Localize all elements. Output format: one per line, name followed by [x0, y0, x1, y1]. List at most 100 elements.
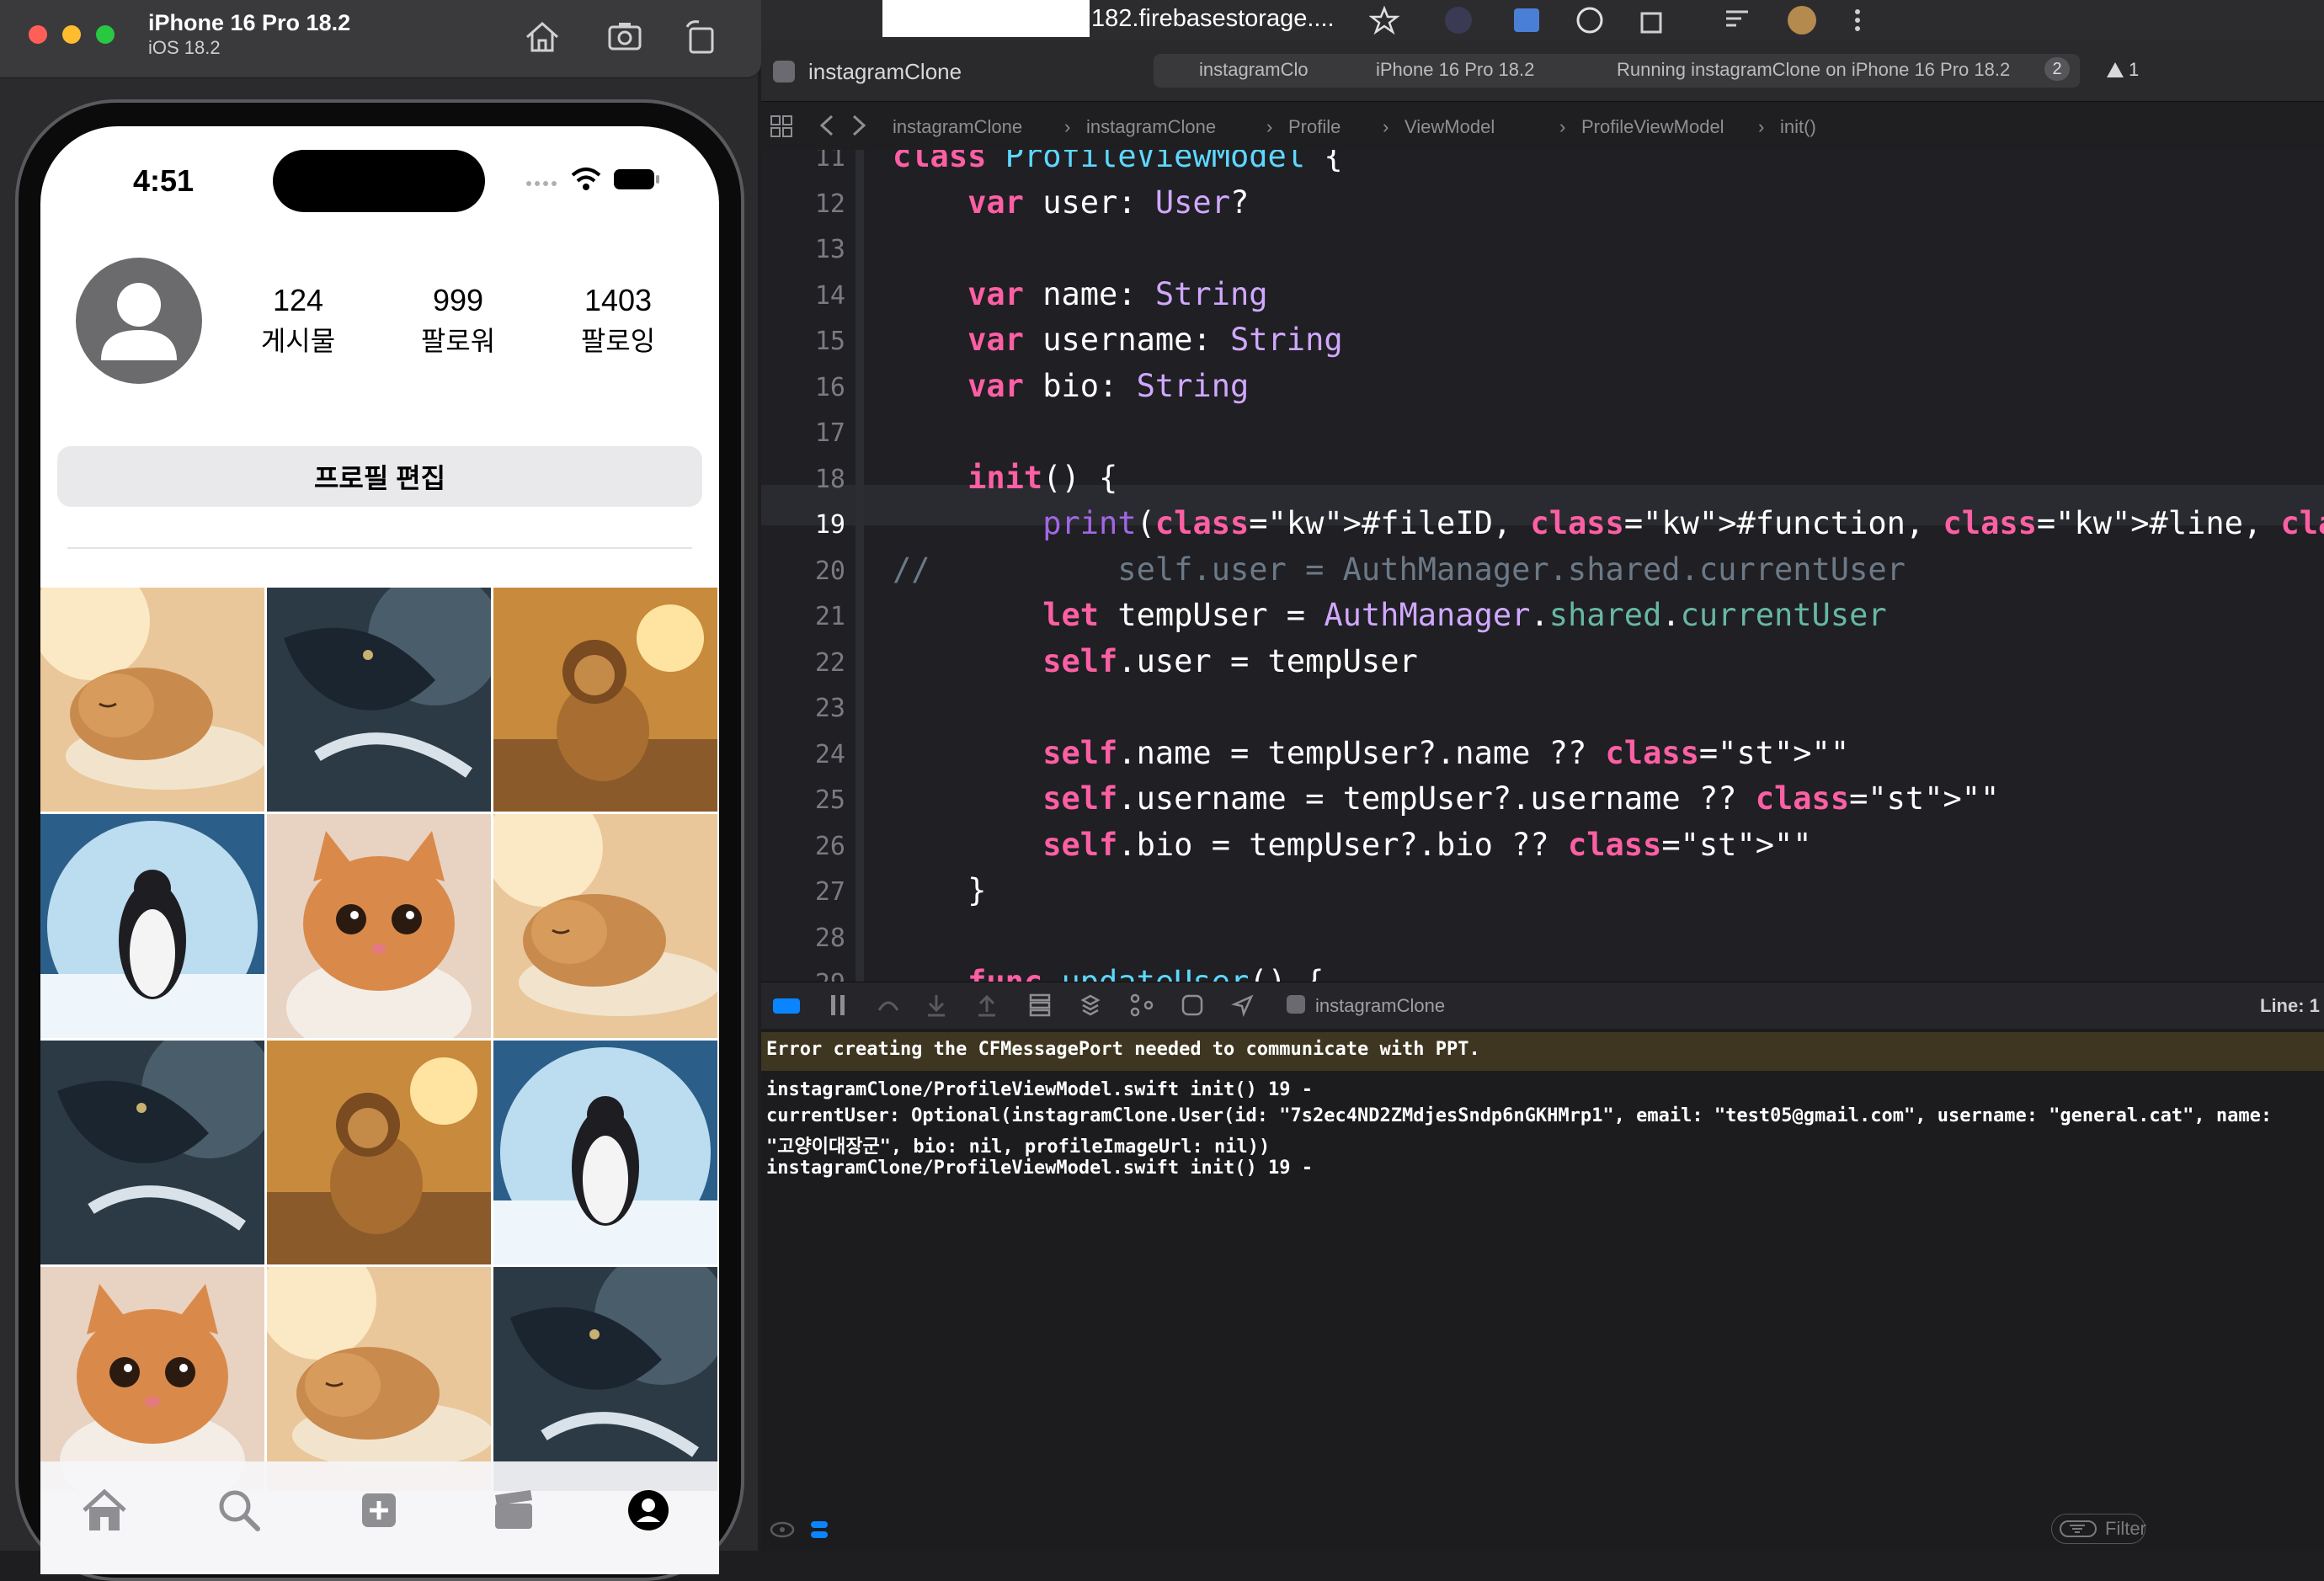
post-thumbnail[interactable]	[493, 1041, 717, 1264]
console-filter-placeholder[interactable]: Filter	[2105, 1518, 2146, 1540]
clapperboard-icon[interactable]	[488, 1485, 539, 1536]
code-line[interactable]: }	[893, 872, 986, 908]
code-line[interactable]: let tempUser = AuthManager.shared.curren…	[893, 597, 1886, 633]
extension-icon[interactable]	[1442, 3, 1475, 37]
line-number[interactable]: 13	[761, 235, 845, 264]
breadcrumb-item[interactable]: init()	[1780, 116, 1816, 138]
screenshot-icon[interactable]	[603, 15, 647, 59]
following-count[interactable]: 1403	[542, 283, 694, 318]
location-arrow-icon[interactable]	[1231, 993, 1255, 1017]
code-line[interactable]: var username: String	[893, 322, 1343, 358]
plus-square-icon[interactable]	[354, 1485, 404, 1536]
puzzle-icon[interactable]	[1637, 5, 1667, 35]
breadcrumb-item[interactable]: ProfileViewModel	[1581, 116, 1724, 138]
line-number[interactable]: 18	[761, 465, 845, 494]
code-line[interactable]: init() {	[893, 460, 1117, 496]
warning-triangle-icon[interactable]	[2105, 61, 2125, 79]
code-line[interactable]: self.bio = tempUser?.bio ?? class="st">"…	[893, 827, 1811, 863]
close-window-button[interactable]	[29, 25, 47, 44]
code-line[interactable]: var bio: String	[893, 368, 1249, 404]
scheme-device[interactable]: iPhone 16 Pro 18.2	[1376, 59, 1534, 81]
magnifier-icon[interactable]	[214, 1485, 264, 1536]
person-circle-icon[interactable]	[623, 1485, 674, 1536]
more-vertical-icon[interactable]	[1852, 5, 1863, 35]
post-thumbnail[interactable]	[267, 588, 491, 812]
post-thumbnail[interactable]	[40, 1041, 264, 1264]
code-line[interactable]: self.username = tempUser?.username ?? cl…	[893, 780, 1999, 817]
step-into-icon[interactable]	[926, 993, 946, 1017]
line-number[interactable]: 12	[761, 189, 845, 219]
code-line[interactable]: func updateUser() {	[893, 964, 1324, 982]
followers-label[interactable]: 팔로워	[382, 320, 534, 359]
line-number[interactable]: 22	[761, 648, 845, 678]
code-line[interactable]: print(class="kw">#fileID, class="kw">#fu…	[893, 505, 2324, 541]
breadcrumb-item[interactable]: ViewModel	[1405, 116, 1495, 138]
followers-count[interactable]: 999	[382, 283, 534, 318]
post-thumbnail[interactable]	[493, 814, 717, 1038]
line-number[interactable]: 21	[761, 602, 845, 631]
step-over-icon[interactable]	[876, 993, 901, 1017]
line-number[interactable]: 17	[761, 418, 845, 448]
view-hierarchy-icon[interactable]	[1029, 993, 1051, 1017]
breadcrumb-item[interactable]: instagramClone	[1086, 116, 1216, 138]
profile-avatar[interactable]	[76, 258, 202, 384]
zoom-window-button[interactable]	[96, 25, 115, 44]
post-thumbnail[interactable]	[40, 814, 264, 1038]
console-toggle-icon[interactable]	[773, 997, 800, 1015]
post-thumbnail[interactable]	[267, 1041, 491, 1264]
code-line[interactable]: var user: User?	[893, 184, 1249, 221]
line-number[interactable]: 11	[761, 150, 845, 173]
post-thumbnail[interactable]	[493, 588, 717, 812]
post-thumbnail[interactable]	[40, 588, 264, 812]
scheme-target[interactable]: instagramClo	[1199, 59, 1309, 81]
status-badge[interactable]: 2	[2044, 57, 2070, 81]
line-number[interactable]: 23	[761, 694, 845, 723]
gauge-icon[interactable]	[1575, 5, 1605, 35]
related-items-icon[interactable]	[770, 114, 793, 138]
line-number[interactable]: 26	[761, 832, 845, 861]
code-line[interactable]: class ProfileViewModel {	[893, 150, 1343, 174]
post-thumbnail[interactable]	[267, 814, 491, 1038]
browser-url-field[interactable]	[882, 0, 1090, 37]
rotate-icon[interactable]	[679, 15, 722, 59]
layers-icon[interactable]	[1079, 993, 1101, 1017]
line-number[interactable]: 20	[761, 556, 845, 586]
code-line[interactable]: var name: String	[893, 276, 1267, 312]
eye-icon[interactable]	[770, 1520, 795, 1539]
code-line[interactable]: // self.user = AuthManager.shared.curren…	[893, 551, 1906, 588]
home-icon[interactable]	[520, 15, 564, 59]
memory-graph-icon[interactable]	[1130, 993, 1154, 1017]
line-number[interactable]: 15	[761, 327, 845, 356]
breadcrumb-item[interactable]: instagramClone	[893, 116, 1022, 138]
translate-icon[interactable]	[1512, 5, 1543, 35]
line-number[interactable]: 25	[761, 785, 845, 815]
line-number[interactable]: 14	[761, 281, 845, 311]
code-line[interactable]: self.user = tempUser	[893, 643, 1418, 679]
filter-icon[interactable]	[2060, 1520, 2097, 1537]
browser-profile-avatar[interactable]	[1785, 3, 1819, 37]
line-number[interactable]: 28	[761, 924, 845, 953]
media-queue-icon[interactable]	[1723, 7, 1753, 34]
forward-chevron-icon[interactable]	[849, 113, 869, 138]
house-icon[interactable]	[79, 1485, 130, 1536]
filter-scope-icon[interactable]	[808, 1519, 830, 1541]
step-out-icon[interactable]	[977, 993, 997, 1017]
post-thumbnail[interactable]	[40, 1267, 264, 1491]
code-editor[interactable]: 11 class ProfileViewModel { 12 var user: U…	[761, 150, 2324, 982]
pause-icon[interactable]	[829, 993, 847, 1017]
line-number[interactable]: 29	[761, 969, 845, 982]
post-thumbnail[interactable]	[267, 1267, 491, 1491]
environment-overrides-icon[interactable]	[1181, 993, 1204, 1017]
edit-profile-button[interactable]: 프로필 편집	[57, 446, 702, 507]
line-number[interactable]: 19	[761, 510, 845, 540]
breadcrumb-item[interactable]: Profile	[1288, 116, 1341, 138]
following-label[interactable]: 팔로잉	[542, 320, 694, 359]
warning-count[interactable]: 1	[2129, 59, 2139, 81]
browser-url-text[interactable]: 182.firebasestorage....	[1091, 5, 1335, 33]
line-number[interactable]: 27	[761, 877, 845, 907]
code-line[interactable]: self.name = tempUser?.name ?? class="st"…	[893, 735, 1849, 771]
line-number[interactable]: 24	[761, 740, 845, 769]
back-chevron-icon[interactable]	[817, 113, 837, 138]
post-thumbnail[interactable]	[493, 1267, 717, 1491]
minimize-window-button[interactable]	[62, 25, 81, 44]
